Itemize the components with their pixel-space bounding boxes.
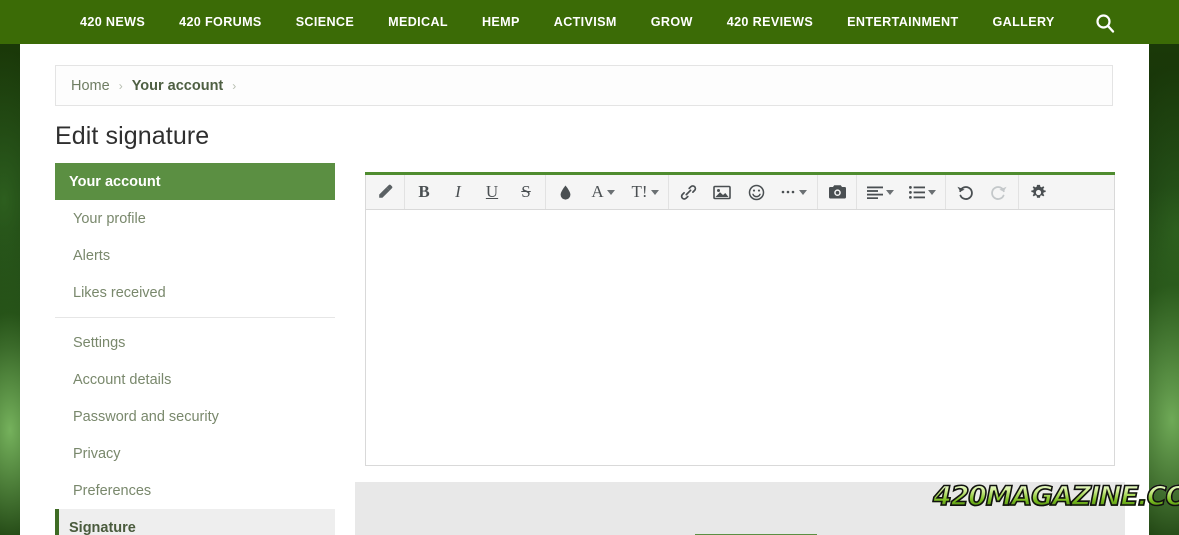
sidebar-item-label: Settings: [73, 334, 126, 351]
sidebar-item-label: Likes received: [73, 284, 166, 301]
account-sidebar: Your account Your profile Alerts Likes r…: [55, 163, 335, 535]
nav-items-list: 420 NEWS 420 FORUMS SCIENCE MEDICAL HEMP…: [63, 0, 1072, 44]
sidebar-item-label: Alerts: [73, 247, 111, 264]
camera-icon[interactable]: [820, 176, 854, 209]
toolbar-group-insert: [669, 175, 818, 209]
link-icon[interactable]: [671, 176, 705, 209]
sidebar-item-label: Your account: [69, 173, 161, 190]
breadcrumb: Home › Your account ›: [55, 65, 1113, 106]
sidebar-item-preferences[interactable]: Preferences: [55, 472, 335, 509]
nav-item-science[interactable]: SCIENCE: [279, 0, 371, 44]
sidebar-item-label: Signature: [69, 519, 136, 535]
nav-item-gallery[interactable]: GALLERY: [976, 0, 1072, 44]
bold-icon[interactable]: B: [407, 176, 441, 209]
sidebar-item-label: Password and security: [73, 408, 219, 425]
breadcrumb-separator-icon: ›: [118, 78, 123, 93]
search-icon[interactable]: [1094, 12, 1116, 34]
sidebar-item-password-and-security[interactable]: Password and security: [55, 398, 335, 435]
breadcrumb-item-your-account[interactable]: Your account: [132, 78, 224, 94]
sidebar-item-label: Account details: [73, 371, 172, 388]
list-icon[interactable]: [901, 176, 943, 209]
toolbar-group-paragraph: [857, 175, 946, 209]
page-title: Edit signature: [55, 122, 210, 150]
nav-item-420-reviews[interactable]: 420 REVIEWS: [710, 0, 830, 44]
chevron-down-icon: [650, 189, 659, 195]
sidebar-item-label: Preferences: [73, 482, 152, 499]
nav-item-activism[interactable]: ACTIVISM: [537, 0, 634, 44]
chevron-down-icon: [799, 189, 807, 195]
signature-editor-body[interactable]: [365, 210, 1115, 466]
chevron-down-icon: [927, 189, 936, 195]
text-color-icon[interactable]: [548, 176, 582, 209]
toolbar-group-font: A T!: [546, 175, 669, 209]
nav-item-medical[interactable]: MEDICAL: [371, 0, 465, 44]
image-icon[interactable]: [705, 176, 739, 209]
nav-item-grow[interactable]: GROW: [634, 0, 710, 44]
sidebar-item-settings[interactable]: Settings: [55, 324, 335, 361]
toolbar-group-settings: [1019, 175, 1057, 209]
breadcrumb-separator-icon: ›: [232, 78, 237, 93]
nav-item-entertainment[interactable]: ENTERTAINMENT: [830, 0, 975, 44]
sidebar-item-label: Privacy: [73, 445, 121, 462]
content-sheet: Home › Your account › Edit signature You…: [20, 44, 1149, 535]
italic-label: I: [455, 182, 461, 201]
nav-item-420-news[interactable]: 420 NEWS: [63, 0, 162, 44]
remove-formatting-icon[interactable]: [368, 176, 402, 209]
chevron-down-icon: [885, 189, 894, 195]
strikethrough-icon[interactable]: S: [509, 176, 543, 209]
toolbar-group-text-style: B I U S: [405, 175, 546, 209]
toolbar-group-media: [818, 175, 857, 209]
sidebar-item-account-details[interactable]: Account details: [55, 361, 335, 398]
underline-label: U: [485, 182, 499, 201]
font-size-label: T!: [631, 182, 648, 201]
breadcrumb-item-home[interactable]: Home: [71, 78, 110, 94]
site-watermark: 420MAGAZINE.COM: [932, 482, 1179, 511]
signature-editor: B I U S A T!: [365, 172, 1115, 466]
nav-item-hemp[interactable]: HEMP: [465, 0, 537, 44]
sidebar-item-likes-received[interactable]: Likes received: [55, 274, 335, 311]
top-navigation-bar: 420 NEWS 420 FORUMS SCIENCE MEDICAL HEMP…: [0, 0, 1179, 44]
font-size-icon[interactable]: T!: [624, 176, 666, 209]
strikethrough-label: S: [521, 182, 531, 201]
sidebar-item-label: Your profile: [73, 210, 146, 227]
font-family-label: A: [591, 182, 604, 201]
gear-icon[interactable]: [1021, 176, 1055, 209]
align-icon[interactable]: [859, 176, 901, 209]
sidebar-item-alerts[interactable]: Alerts: [55, 237, 335, 274]
bold-label: B: [418, 182, 430, 201]
editor-toolbar: B I U S A T!: [365, 175, 1115, 210]
sidebar-item-privacy[interactable]: Privacy: [55, 435, 335, 472]
nav-item-420-forums[interactable]: 420 FORUMS: [162, 0, 279, 44]
sidebar-item-your-profile[interactable]: Your profile: [55, 200, 335, 237]
toolbar-group-format-clear: [366, 175, 405, 209]
italic-icon[interactable]: I: [441, 176, 475, 209]
undo-icon[interactable]: [948, 176, 982, 209]
underline-icon[interactable]: U: [475, 176, 509, 209]
sidebar-item-your-account[interactable]: Your account: [55, 163, 335, 200]
sidebar-divider: [55, 317, 335, 318]
redo-icon: [982, 176, 1016, 209]
more-options-icon[interactable]: [773, 176, 815, 209]
font-family-icon[interactable]: A: [582, 176, 624, 209]
toolbar-group-history: [946, 175, 1019, 209]
smilie-icon[interactable]: [739, 176, 773, 209]
chevron-down-icon: [606, 189, 615, 195]
sidebar-item-signature[interactable]: Signature: [55, 509, 335, 535]
